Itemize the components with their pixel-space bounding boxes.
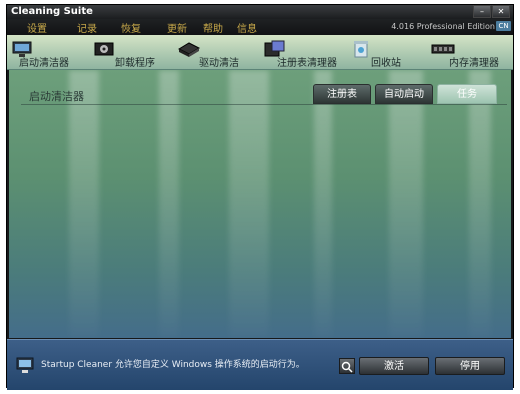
close-button[interactable]: ✕ — [492, 5, 510, 18]
menu-log[interactable]: 记录 — [77, 20, 97, 35]
window-controls: – ✕ — [473, 5, 510, 18]
status-bar: Startup Cleaner 允许您自定义 Windows 操作系统的启动行为… — [7, 339, 513, 390]
toolbar-startup-cleaner[interactable]: 启动清洁器 — [11, 37, 85, 69]
activate-button[interactable]: 激活 — [359, 357, 429, 375]
tab-registry[interactable]: 注册表 — [313, 84, 371, 104]
edition-label: 4.016 Professional Edition — [391, 22, 495, 31]
toolbar-uninstall[interactable]: 卸载程序 — [93, 37, 163, 69]
menu-restore[interactable]: 恢复 — [121, 20, 141, 35]
background-light-ray — [229, 70, 269, 338]
language-badge[interactable]: CN — [496, 21, 511, 31]
app-window: Cleaning Suite – ✕ 设置 记录 恢复 更新 帮助 信息 4.0… — [6, 4, 514, 390]
toolbar-recycle-bin[interactable]: 回收站 — [349, 37, 409, 69]
menu-bar: 设置 记录 恢复 更新 帮助 信息 4.016 Professional Edi… — [7, 19, 513, 35]
panel-divider — [21, 104, 507, 105]
startup-cleaner-icon — [16, 357, 34, 373]
toolbar-drive-cleaner[interactable]: 驱动清洁 — [177, 37, 247, 69]
background-light-ray — [314, 70, 332, 338]
toolbar-registry-cleaner[interactable]: 注册表清理器 — [263, 37, 343, 69]
search-button[interactable] — [339, 358, 355, 374]
recycle-bin-icon — [354, 41, 368, 58]
background-light-ray — [69, 70, 99, 338]
main-toolbar: 启动清洁器 卸载程序 驱动清洁 注册表清理器 回收站 内存清理器 — [7, 35, 513, 70]
uninstall-icon — [94, 42, 114, 56]
background-light-ray — [389, 70, 423, 338]
tab-autostart[interactable]: 自动启动 — [375, 84, 433, 104]
drive-cleaner-icon — [177, 42, 201, 57]
content-area: 启动清洁器 注册表 自动启动 任务 — [9, 70, 511, 338]
search-icon — [341, 361, 353, 373]
menu-update[interactable]: 更新 — [167, 20, 187, 35]
title-bar: Cleaning Suite – ✕ — [7, 5, 513, 19]
panel-title: 启动清洁器 — [29, 90, 84, 103]
tab-tasks[interactable]: 任务 — [437, 84, 497, 104]
disable-button[interactable]: 停用 — [435, 357, 505, 375]
minimize-button[interactable]: – — [473, 5, 491, 18]
menu-settings[interactable]: 设置 — [27, 20, 47, 35]
background-light-ray — [469, 70, 491, 338]
menu-info[interactable]: 信息 — [237, 20, 257, 35]
background-light-ray — [159, 70, 179, 338]
status-description: Startup Cleaner 允许您自定义 Windows 操作系统的启动行为… — [41, 360, 305, 370]
toolbar-memory-cleaner[interactable]: 内存清理器 — [431, 37, 511, 69]
app-title: Cleaning Suite — [11, 6, 93, 17]
menu-help[interactable]: 帮助 — [203, 20, 223, 35]
